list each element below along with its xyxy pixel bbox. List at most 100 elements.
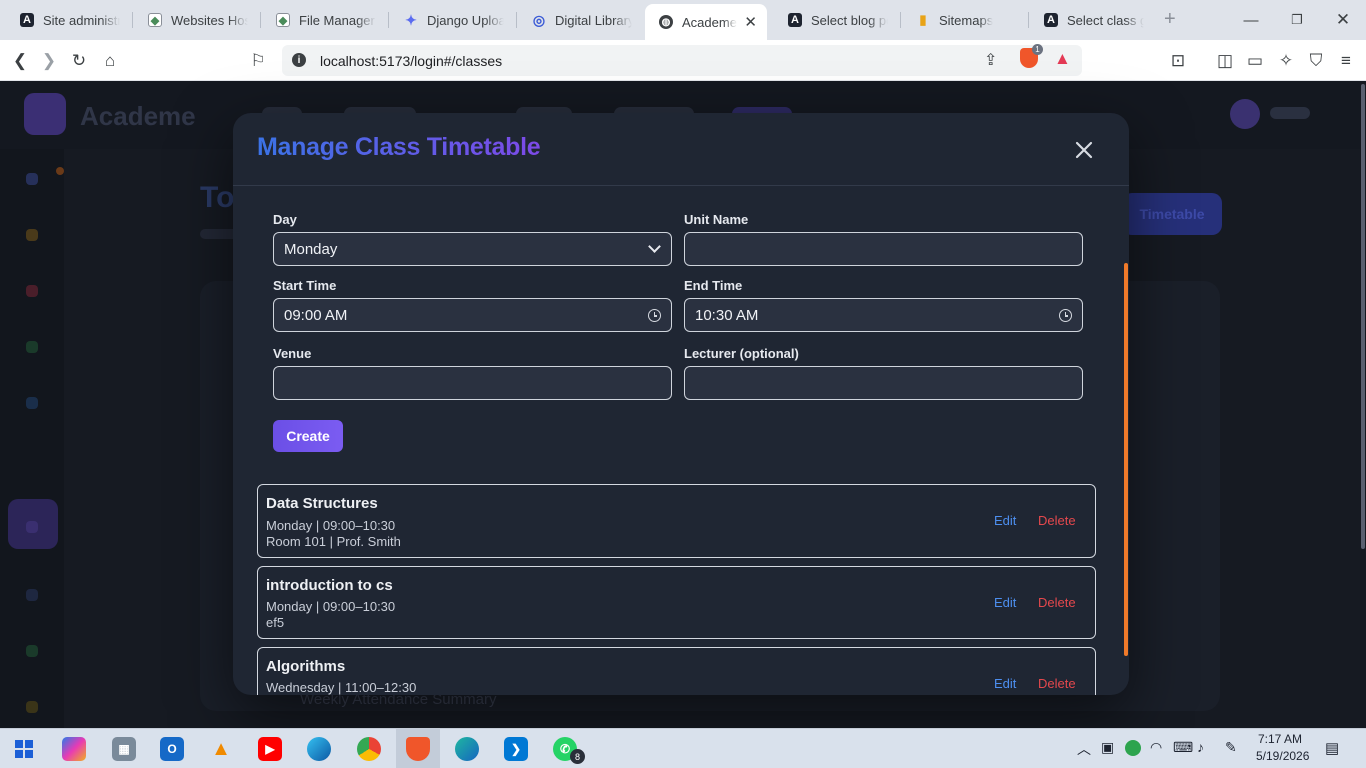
- delete-class-button[interactable]: Delete: [1038, 676, 1076, 691]
- browser-tab[interactable]: A Select class gro: [1030, 4, 1154, 36]
- file-manager-icon: ◆: [276, 13, 290, 27]
- app-sidebar: [0, 149, 64, 728]
- browser-tab[interactable]: A Site administra: [6, 4, 130, 36]
- vpn-icon[interactable]: ⛉: [1303, 48, 1329, 74]
- notifications-icon[interactable]: ▤: [1325, 739, 1339, 757]
- bg-page-title: To: [200, 181, 235, 214]
- outlook-icon[interactable]: O: [160, 737, 184, 761]
- wifi-icon[interactable]: ◠: [1150, 739, 1162, 756]
- clock-icon[interactable]: [648, 308, 661, 322]
- browser-tab-active[interactable]: ◍ Academe ✕: [645, 4, 767, 40]
- class-schedule: Wednesday | 11:00–12:30: [266, 680, 417, 695]
- tab-separator: [1028, 12, 1029, 28]
- edge-icon[interactable]: [307, 737, 331, 761]
- pen-icon[interactable]: ✎: [1225, 739, 1237, 756]
- leo-ai-icon[interactable]: ✧: [1273, 48, 1299, 74]
- class-details: Room 101 | Prof. Smith: [266, 534, 401, 549]
- day-select[interactable]: Monday: [273, 232, 672, 266]
- forward-icon[interactable]: ❯: [36, 48, 62, 74]
- bookmark-icon[interactable]: ⚐: [245, 48, 271, 74]
- camera-icon[interactable]: ▣: [1101, 739, 1114, 756]
- close-tab-icon[interactable]: ✕: [744, 13, 757, 31]
- create-button[interactable]: Create: [273, 420, 343, 452]
- class-name: introduction to cs: [266, 577, 393, 594]
- unit-name-input[interactable]: [684, 232, 1083, 266]
- modal-header: Manage Class Timetable: [233, 113, 1129, 186]
- modal-scrollbar[interactable]: [1124, 263, 1128, 656]
- youtube-icon[interactable]: ▶: [258, 737, 282, 761]
- class-list-item: introduction to cs Monday | 09:00–10:30 …: [257, 566, 1096, 639]
- browser-tab[interactable]: A Select blog po: [774, 4, 898, 36]
- edit-class-button[interactable]: Edit: [994, 595, 1016, 610]
- copilot-icon[interactable]: [62, 737, 86, 761]
- vlc-icon[interactable]: ▲: [209, 737, 233, 761]
- library-icon: ◎: [532, 11, 546, 28]
- sidebar-toggle-icon[interactable]: ◫: [1212, 48, 1238, 74]
- volume-icon[interactable]: ♪: [1197, 739, 1204, 755]
- delete-class-button[interactable]: Delete: [1038, 513, 1076, 528]
- close-modal-button[interactable]: [1069, 135, 1099, 165]
- app-tray-icon[interactable]: [1125, 740, 1141, 756]
- brave-rewards-icon[interactable]: ▲: [1054, 49, 1071, 69]
- reload-icon[interactable]: ↻: [66, 48, 92, 74]
- chrome-icon[interactable]: [357, 737, 381, 761]
- lecturer-label: Lecturer (optional): [684, 346, 799, 361]
- browser-tab[interactable]: ◎ Digital Library: [518, 4, 642, 36]
- close-icon: [1075, 141, 1093, 159]
- file-explorer-icon[interactable]: ▦: [112, 737, 136, 761]
- sidebar-dot: [26, 521, 38, 533]
- clock-time[interactable]: 7:17 AM: [1258, 732, 1302, 746]
- edit-class-button[interactable]: Edit: [994, 676, 1016, 691]
- lecturer-input[interactable]: [684, 366, 1083, 400]
- wallet-icon[interactable]: ▭: [1242, 48, 1268, 74]
- start-time-input[interactable]: 09:00 AM: [273, 298, 672, 332]
- edit-class-button[interactable]: Edit: [994, 513, 1016, 528]
- page-scrollbar-thumb[interactable]: [1361, 84, 1365, 549]
- input-method-icon[interactable]: ⌨: [1173, 739, 1193, 756]
- windows-start-icon[interactable]: [12, 737, 36, 761]
- sidebar-dot: [26, 229, 38, 241]
- new-tab-icon[interactable]: +: [1164, 8, 1176, 31]
- venue-input[interactable]: [273, 366, 672, 400]
- class-name: Data Structures: [266, 495, 378, 512]
- clock-icon[interactable]: [1059, 308, 1072, 322]
- app-logo: [24, 93, 66, 135]
- tab-separator: [516, 12, 517, 28]
- globe-icon: ◍: [659, 15, 673, 29]
- end-time-input[interactable]: 10:30 AM: [684, 298, 1083, 332]
- sidebar-dot: [26, 285, 38, 297]
- tab-separator: [388, 12, 389, 28]
- timetable-modal: Manage Class Timetable Day Monday Unit N…: [233, 113, 1129, 695]
- delete-class-button[interactable]: Delete: [1038, 595, 1076, 610]
- site-info-icon[interactable]: i: [292, 53, 306, 67]
- close-window-icon[interactable]: ✕: [1320, 0, 1366, 40]
- edge-dev-icon[interactable]: [455, 737, 479, 761]
- restore-icon[interactable]: ❐: [1274, 0, 1320, 40]
- reader-mode-icon[interactable]: ⊡: [1165, 48, 1191, 74]
- start-time-label: Start Time: [273, 278, 337, 293]
- back-icon[interactable]: ❮: [7, 48, 33, 74]
- home-icon[interactable]: ⌂: [97, 48, 123, 74]
- windows-taskbar: ▦ O ▲ ▶ ❯ ✆ 8 ︿ ▣ ◠ ⌨ ♪ ✎ 7:17 AM 5/19/2…: [0, 728, 1366, 768]
- vscode-icon[interactable]: ❯: [504, 737, 528, 761]
- minimize-icon[interactable]: —: [1228, 0, 1274, 40]
- end-time-label: End Time: [684, 278, 743, 293]
- sidebar-dot: [26, 589, 38, 601]
- address-bar[interactable]: i localhost:5173/login#/classes ⇪ 1 ▲: [282, 44, 1082, 76]
- user-name: [1270, 107, 1310, 119]
- browser-tab[interactable]: ✦ Django Uploa: [390, 4, 514, 36]
- clock-date[interactable]: 5/19/2026: [1256, 749, 1309, 763]
- browser-tab[interactable]: ◆ Websites Hosti: [134, 4, 258, 36]
- app-brand: Academe: [80, 101, 196, 131]
- browser-tab[interactable]: ▮ Sitemaps: [902, 4, 1026, 36]
- browser-tab[interactable]: ◆ File Manager -: [262, 4, 386, 36]
- class-list-item: Data Structures Monday | 09:00–10:30 Roo…: [257, 484, 1096, 558]
- brave-icon[interactable]: [406, 737, 430, 761]
- menu-icon[interactable]: ≡: [1333, 48, 1359, 74]
- analytics-icon: ▮: [919, 12, 927, 27]
- chevron-up-icon[interactable]: ︿: [1077, 739, 1091, 759]
- class-name: Algorithms: [266, 658, 346, 675]
- class-schedule: Monday | 09:00–10:30: [266, 599, 396, 614]
- share-icon[interactable]: ⇪: [984, 50, 997, 70]
- chevron-down-icon: [648, 240, 661, 253]
